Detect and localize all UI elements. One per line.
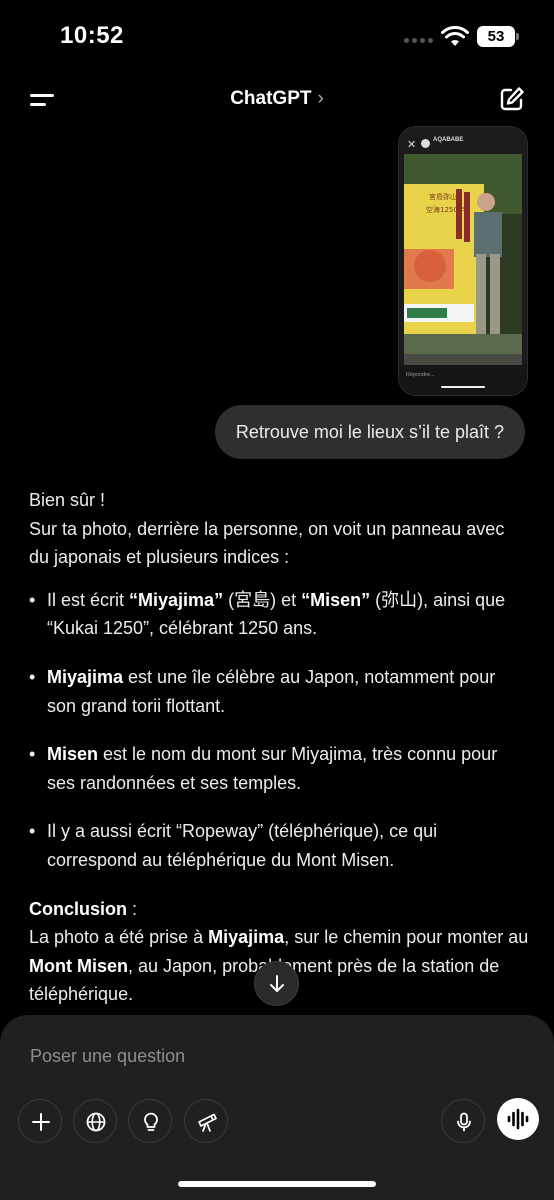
home-indicator (178, 1181, 376, 1187)
assistant-intro-1: Bien sûr ! (29, 490, 106, 510)
deep-research-button[interactable] (184, 1099, 228, 1143)
reply-placeholder: Répondre... (406, 372, 435, 378)
photo-sign-and-person: 宮島弥山 空海1250年 (404, 154, 522, 391)
assistant-message: Bien sûr ! Sur ta photo, derrière la per… (29, 486, 529, 1009)
attachment-account: AQABABE (433, 137, 464, 143)
chat-screen: 10:52 53 ChatGPT › ✕ AQABABE 宮島弥山 空海1250… (0, 0, 554, 1200)
attachment-bottombar: Répondre... (399, 365, 527, 395)
new-chat-icon[interactable] (498, 85, 526, 113)
avatar (421, 139, 430, 148)
microphone-icon (457, 1112, 471, 1132)
web-search-button[interactable] (73, 1099, 117, 1143)
assistant-bullet-list: Il est écrit “Miyajima” (宮島) et “Misen” … (29, 586, 529, 875)
list-item: Il y a aussi écrit “Ropeway” (téléphériq… (29, 817, 529, 874)
voice-waveform-icon (507, 1108, 529, 1130)
attach-button[interactable] (18, 1099, 62, 1143)
app-header: ChatGPT › (0, 78, 554, 122)
lightbulb-icon (144, 1112, 158, 1131)
composer (0, 1015, 554, 1200)
page-title: ChatGPT (230, 88, 312, 109)
arrow-down-icon (270, 975, 284, 992)
wifi-icon (441, 26, 469, 46)
attachment-topbar: ✕ AQABABE (399, 127, 527, 155)
model-selector[interactable]: ChatGPT › (0, 88, 554, 110)
globe-icon (86, 1112, 106, 1132)
battery-icon: 53 (477, 26, 515, 47)
message-input[interactable] (30, 1043, 490, 1069)
reason-button[interactable] (128, 1099, 172, 1143)
battery-tip (516, 33, 519, 40)
close-icon: ✕ (407, 139, 417, 151)
assistant-intro-2: Sur ta photo, derrière la personne, on v… (29, 518, 505, 568)
list-item: Il est écrit “Miyajima” (宮島) et “Misen” … (29, 586, 529, 643)
voice-mode-button[interactable] (497, 1098, 539, 1140)
dictation-button[interactable] (441, 1099, 485, 1143)
svg-text:空海1250年: 空海1250年 (426, 205, 465, 214)
list-item: Misen est le nom du mont sur Miyajima, t… (29, 740, 529, 797)
conclusion-heading: Conclusion : (29, 898, 138, 919)
plus-icon (32, 1113, 50, 1131)
cellular-signal-icon (404, 38, 433, 43)
svg-text:宮島弥山: 宮島弥山 (429, 192, 457, 201)
list-item: Miyajima est une île célèbre au Japon, n… (29, 663, 529, 720)
user-message-bubble: Retrouve moi le lieux s’il te plaît ? (214, 405, 525, 459)
chevron-right-icon: › (317, 88, 324, 109)
status-bar: 10:52 53 (0, 0, 554, 70)
scroll-to-bottom-button[interactable] (254, 961, 299, 1006)
attachment-home-indicator (441, 386, 485, 388)
telescope-icon (198, 1113, 217, 1132)
status-time: 10:52 (60, 22, 124, 49)
attached-image[interactable]: ✕ AQABABE 宮島弥山 空海1250年 Répondre... (398, 126, 528, 396)
